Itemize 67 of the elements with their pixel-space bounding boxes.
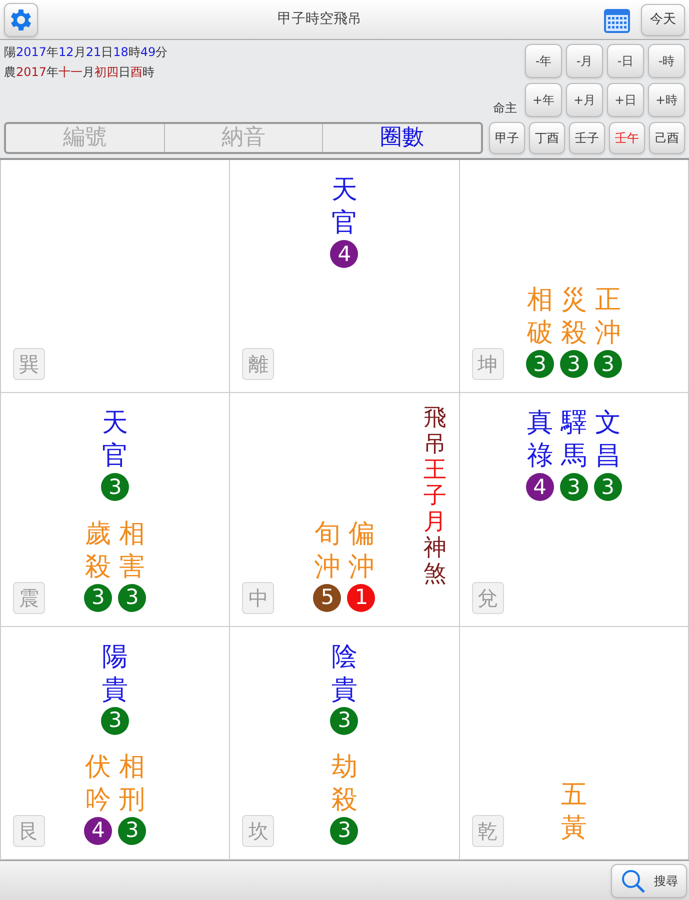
settings-button[interactable] — [4, 2, 38, 36]
star-name: 相刑 — [119, 750, 146, 817]
count-badge: 4 — [84, 816, 112, 845]
star-name: 真祿 — [526, 407, 553, 474]
palace-label: 震 — [13, 582, 45, 614]
count-badge: 3 — [526, 350, 554, 378]
palace-label: 艮 — [13, 814, 45, 847]
star-name: 天官 — [331, 174, 358, 240]
step-button[interactable]: -年 — [525, 44, 562, 78]
palace-label: 中 — [242, 582, 274, 614]
step-button[interactable]: +月 — [566, 83, 603, 117]
palace-label: 離 — [242, 348, 274, 380]
pillar-button[interactable]: 甲子 — [489, 122, 525, 154]
palace-label: 兌 — [472, 582, 504, 614]
search-button[interactable]: 搜尋 — [611, 864, 687, 898]
palace-label: 坎 — [242, 814, 274, 847]
date-line: 農2017年十一月 初四 日酉時 — [4, 64, 156, 81]
count-badge: 3 — [560, 350, 588, 378]
star-name: 正沖 — [594, 284, 621, 350]
count-badge: 4 — [526, 473, 554, 502]
star-name: 旬沖 — [314, 518, 340, 584]
count-badge: 1 — [347, 584, 376, 612]
step-button[interactable]: -日 — [607, 44, 644, 78]
count-badge: 4 — [330, 240, 358, 268]
owner-label: 命主 — [493, 100, 517, 117]
count-badge: 3 — [118, 816, 146, 845]
pillar-button[interactable]: 壬子 — [569, 122, 605, 154]
star-name: 災殺 — [560, 284, 587, 350]
count-badge: 5 — [313, 584, 342, 612]
star-name: 文昌 — [594, 407, 621, 474]
star-name: 伏吟 — [85, 750, 112, 817]
pillar-button[interactable]: 己酉 — [649, 122, 685, 154]
window-title: 甲子時空飛吊 — [278, 10, 362, 29]
star-name: 天官 — [102, 407, 128, 474]
palace-label: 坤 — [472, 348, 504, 380]
count-badge: 3 — [594, 473, 622, 502]
pillar-button[interactable]: 丁酉 — [529, 122, 565, 154]
count-badge: 3 — [101, 473, 130, 502]
step-button[interactable]: -月 — [566, 44, 603, 78]
step-button[interactable]: -時 — [648, 44, 685, 78]
count-badge: 3 — [101, 706, 130, 735]
star-name: 相破 — [526, 284, 553, 350]
tab[interactable]: 圈數 — [322, 124, 482, 152]
count-badge: 3 — [118, 584, 146, 612]
count-badge: 3 — [330, 706, 358, 735]
star-name: 偏沖 — [348, 518, 374, 584]
count-badge: 3 — [594, 350, 622, 378]
step-button[interactable]: +時 — [648, 83, 685, 117]
palace-label: 巽 — [13, 348, 45, 380]
count-badge: 3 — [330, 816, 358, 845]
star-name: 驛馬 — [560, 407, 587, 474]
star-name: 陰貴 — [331, 640, 358, 707]
star-name: 五黃 — [560, 778, 587, 845]
count-badge: 3 — [560, 473, 588, 502]
side-label: 飛吊 王子月 神煞 — [424, 405, 447, 588]
star-name: 相害 — [119, 518, 146, 584]
count-badge: 3 — [84, 584, 112, 612]
star-name: 劫殺 — [331, 750, 358, 817]
palace-label: 乾 — [472, 814, 504, 847]
pillar-button[interactable]: 壬午 — [609, 122, 645, 154]
star-name: 歲殺 — [85, 518, 112, 584]
today-button[interactable]: 今天 — [641, 4, 685, 36]
date-line: 陽2017年12月 21 日 18時49分 — [4, 44, 169, 61]
star-name: 陽貴 — [102, 640, 128, 707]
step-button[interactable]: +日 — [607, 83, 644, 117]
step-button[interactable]: +年 — [525, 83, 562, 117]
search-icon — [620, 868, 646, 894]
